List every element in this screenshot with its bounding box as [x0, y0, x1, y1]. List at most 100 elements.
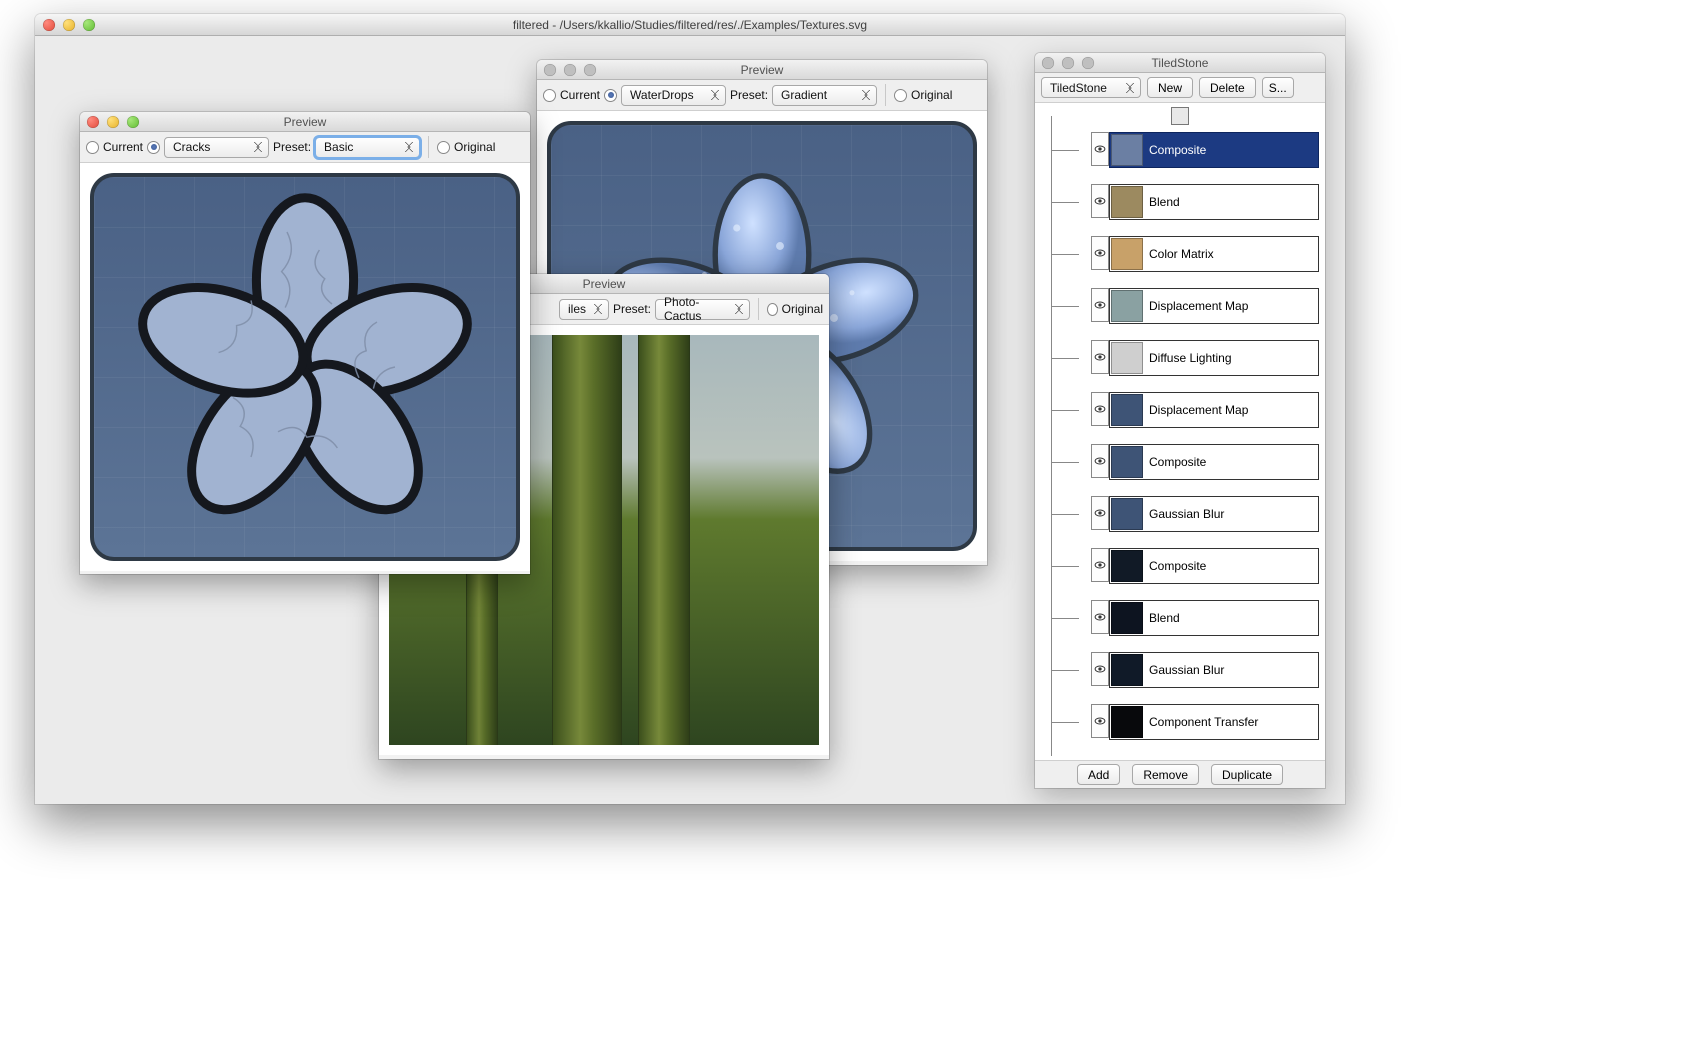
- filter-node[interactable]: Composite: [1041, 444, 1319, 480]
- node-body[interactable]: Displacement Map: [1109, 288, 1319, 324]
- preset-label: Preset:: [273, 140, 311, 154]
- current-radio[interactable]: [86, 141, 99, 154]
- original-radio[interactable]: [767, 303, 778, 316]
- preset-dropdown[interactable]: Photo-Cactus: [655, 299, 750, 320]
- filter-node[interactable]: Gaussian Blur: [1041, 652, 1319, 688]
- node-thumbnail-icon: [1111, 134, 1143, 166]
- filter-radio[interactable]: [147, 141, 160, 154]
- filter-node[interactable]: Displacement Map: [1041, 288, 1319, 324]
- node-body[interactable]: Displacement Map: [1109, 392, 1319, 428]
- filter-node[interactable]: Displacement Map: [1041, 392, 1319, 428]
- node-label: Blend: [1149, 611, 1180, 625]
- panel-footer: Add Remove Duplicate: [1035, 760, 1325, 788]
- node-body[interactable]: Diffuse Lighting: [1109, 340, 1319, 376]
- duplicate-button[interactable]: Duplicate: [1211, 764, 1283, 785]
- node-thumbnail-icon: [1111, 186, 1143, 218]
- node-thumbnail-icon: [1111, 550, 1143, 582]
- node-connector: [1041, 236, 1091, 272]
- node-body[interactable]: Gaussian Blur: [1109, 496, 1319, 532]
- current-radio[interactable]: [543, 89, 556, 102]
- preview-window-cracks[interactable]: Preview Current Cracks Preset: Basic Ori…: [80, 112, 530, 574]
- node-thumbnail-icon: [1111, 654, 1143, 686]
- node-label: Composite: [1149, 143, 1206, 157]
- visibility-toggle[interactable]: [1091, 392, 1109, 426]
- main-title: filtered - /Users/kkallio/Studies/filter…: [35, 18, 1345, 32]
- preview-toolbar: Current WaterDrops Preset: Gradient Orig…: [537, 80, 987, 111]
- main-window: filtered - /Users/kkallio/Studies/filter…: [35, 14, 1345, 804]
- divider: [885, 84, 886, 106]
- preview-titlebar[interactable]: Preview: [537, 60, 987, 80]
- panel-titlebar[interactable]: TiledStone: [1035, 53, 1325, 73]
- node-label: Component Transfer: [1149, 715, 1258, 729]
- files-dropdown[interactable]: iles: [559, 299, 609, 320]
- panel-title: TiledStone: [1035, 56, 1325, 70]
- node-thumbnail-icon: [1111, 602, 1143, 634]
- visibility-toggle[interactable]: [1091, 132, 1109, 166]
- minimize-icon[interactable]: [63, 19, 75, 31]
- preset-dropdown[interactable]: Basic: [315, 137, 420, 158]
- divider: [428, 136, 429, 158]
- visibility-toggle[interactable]: [1091, 548, 1109, 582]
- delete-button[interactable]: Delete: [1199, 77, 1256, 98]
- node-body[interactable]: Composite: [1109, 548, 1319, 584]
- filter-node[interactable]: Component Transfer: [1041, 704, 1319, 740]
- original-radio[interactable]: [894, 89, 907, 102]
- preset-dropdown[interactable]: Gradient: [772, 85, 877, 106]
- node-body[interactable]: Composite: [1109, 132, 1319, 168]
- node-label: Diffuse Lighting: [1149, 351, 1232, 365]
- filter-radio[interactable]: [604, 89, 617, 102]
- original-label: Original: [782, 302, 823, 316]
- visibility-toggle[interactable]: [1091, 496, 1109, 530]
- close-icon[interactable]: [43, 19, 55, 31]
- node-label: Gaussian Blur: [1149, 507, 1224, 521]
- visibility-toggle[interactable]: [1091, 184, 1109, 218]
- current-label: Current: [103, 140, 143, 154]
- node-connector: [1041, 340, 1091, 376]
- original-radio[interactable]: [437, 141, 450, 154]
- filter-dropdown[interactable]: Cracks: [164, 137, 269, 158]
- node-thumbnail-icon: [1111, 446, 1143, 478]
- main-titlebar[interactable]: filtered - /Users/kkallio/Studies/filter…: [35, 14, 1345, 36]
- filter-node[interactable]: Composite: [1041, 132, 1319, 168]
- filter-node[interactable]: Blend: [1041, 600, 1319, 636]
- add-button[interactable]: Add: [1077, 764, 1120, 785]
- node-connector: [1041, 652, 1091, 688]
- filter-name-dropdown[interactable]: TiledStone: [1041, 77, 1141, 98]
- root-node-icon[interactable]: [1171, 107, 1189, 125]
- visibility-toggle[interactable]: [1091, 340, 1109, 374]
- visibility-toggle[interactable]: [1091, 652, 1109, 686]
- divider: [758, 298, 759, 320]
- filter-node[interactable]: Composite: [1041, 548, 1319, 584]
- filter-node[interactable]: Diffuse Lighting: [1041, 340, 1319, 376]
- node-body[interactable]: Color Matrix: [1109, 236, 1319, 272]
- node-body[interactable]: Blend: [1109, 600, 1319, 636]
- filter-node[interactable]: Gaussian Blur: [1041, 496, 1319, 532]
- filter-node[interactable]: Color Matrix: [1041, 236, 1319, 272]
- s-button[interactable]: S...: [1262, 77, 1294, 98]
- zoom-icon[interactable]: [83, 19, 95, 31]
- visibility-toggle[interactable]: [1091, 600, 1109, 634]
- node-thumbnail-icon: [1111, 394, 1143, 426]
- node-body[interactable]: Gaussian Blur: [1109, 652, 1319, 688]
- new-button[interactable]: New: [1147, 77, 1193, 98]
- flower-graphic: [90, 173, 520, 561]
- window-title: Preview: [80, 115, 530, 129]
- visibility-toggle[interactable]: [1091, 704, 1109, 738]
- preset-label: Preset:: [613, 302, 651, 316]
- filter-node[interactable]: Blend: [1041, 184, 1319, 220]
- node-body[interactable]: Component Transfer: [1109, 704, 1319, 740]
- preview-toolbar: Current Cracks Preset: Basic Original: [80, 132, 530, 163]
- inspector-panel[interactable]: TiledStone TiledStone New Delete S... Co…: [1035, 53, 1325, 788]
- original-label: Original: [911, 88, 952, 102]
- remove-button[interactable]: Remove: [1132, 764, 1199, 785]
- visibility-toggle[interactable]: [1091, 236, 1109, 270]
- node-connector: [1041, 496, 1091, 532]
- node-body[interactable]: Blend: [1109, 184, 1319, 220]
- visibility-toggle[interactable]: [1091, 288, 1109, 322]
- node-connector: [1041, 288, 1091, 324]
- filter-dropdown[interactable]: WaterDrops: [621, 85, 726, 106]
- visibility-toggle[interactable]: [1091, 444, 1109, 478]
- node-body[interactable]: Composite: [1109, 444, 1319, 480]
- preview-titlebar[interactable]: Preview: [80, 112, 530, 132]
- node-thumbnail-icon: [1111, 342, 1143, 374]
